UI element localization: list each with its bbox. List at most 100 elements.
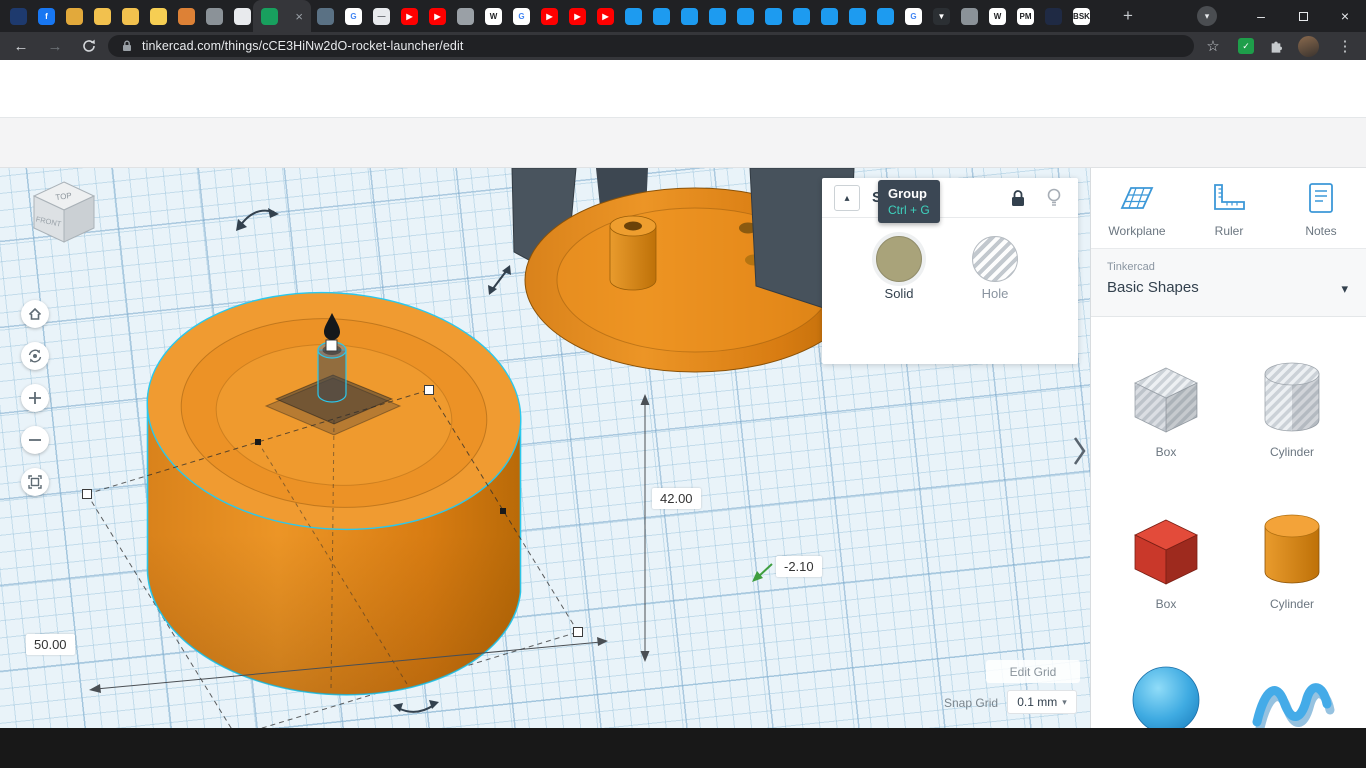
pinned-tab[interactable] xyxy=(94,8,111,25)
home-icon xyxy=(27,306,43,322)
ruler-tool[interactable]: Ruler xyxy=(1183,180,1275,238)
pinned-tab[interactable]: ▼ xyxy=(933,8,950,25)
workplane-tool[interactable]: Workplane xyxy=(1091,180,1183,238)
shape-box-striped[interactable]: Box xyxy=(1121,356,1211,459)
notes-tool[interactable]: Notes xyxy=(1275,180,1366,238)
pinned-tab[interactable]: ▶ xyxy=(541,8,558,25)
fit-view-button[interactable] xyxy=(21,468,49,496)
back-button[interactable]: ← xyxy=(10,35,32,57)
pinned-tab[interactable]: ▶ xyxy=(597,8,614,25)
lock-toggle[interactable] xyxy=(1008,188,1028,213)
pinned-tab[interactable] xyxy=(821,8,838,25)
tooltip-shortcut: Ctrl + G xyxy=(888,203,930,217)
sidebar-collapse-handle[interactable] xyxy=(1072,434,1088,473)
pinned-tab[interactable]: G xyxy=(513,8,530,25)
pinned-tab[interactable] xyxy=(625,8,642,25)
edit-grid-button[interactable]: Edit Grid xyxy=(986,660,1080,683)
group-tooltip: Group Ctrl + G xyxy=(878,180,940,223)
height-handle[interactable] xyxy=(326,340,337,351)
pinned-tab[interactable] xyxy=(317,8,334,25)
scale-handle[interactable] xyxy=(574,628,583,637)
rocket-object[interactable] xyxy=(512,168,865,372)
solid-swatch[interactable] xyxy=(876,236,922,282)
pinned-tab[interactable] xyxy=(206,8,223,25)
shape-sphere-blue[interactable] xyxy=(1121,660,1211,728)
pinned-tab[interactable]: ▶ xyxy=(569,8,586,25)
bookmark-star-icon[interactable]: ☆ xyxy=(1202,35,1224,57)
pinned-tab[interactable]: G xyxy=(345,8,362,25)
pinned-tab[interactable] xyxy=(178,8,195,25)
shape-box-red[interactable]: Box xyxy=(1121,508,1211,611)
active-tab[interactable]: × xyxy=(253,0,311,32)
dimension-width-value[interactable]: 50.00 xyxy=(26,634,75,655)
browser-menu-icon[interactable]: ⋮ xyxy=(1334,35,1356,57)
edge-handle[interactable] xyxy=(255,439,261,445)
zoom-out-button[interactable] xyxy=(21,426,49,454)
url-omnibox[interactable]: tinkercad.com/things/cCE3HiNw2dO-rocket-… xyxy=(108,35,1194,57)
pinned-tab[interactable] xyxy=(793,8,810,25)
new-tab-button[interactable]: + xyxy=(1116,4,1140,28)
tab-search-icon[interactable]: ▾ xyxy=(1197,6,1217,26)
scale-handle[interactable] xyxy=(83,490,92,499)
pinned-tab[interactable] xyxy=(653,8,670,25)
pinned-tab[interactable] xyxy=(66,8,83,25)
viewport-3d[interactable]: TOP FRONT 42.00 -2.10 50.00 ▴ Shape xyxy=(0,168,1090,728)
extensions-puzzle-icon[interactable] xyxy=(1266,35,1288,57)
reload-button[interactable] xyxy=(78,35,100,57)
orbit-view-button[interactable] xyxy=(21,342,49,370)
shape-label: Box xyxy=(1121,597,1211,611)
pinned-tab[interactable] xyxy=(681,8,698,25)
shapes-sidebar: Workplane Ruler Notes Tinkercad Basic Sh… xyxy=(1090,168,1366,728)
orbit-icon xyxy=(27,348,43,364)
pinned-tab[interactable] xyxy=(1045,8,1062,25)
browser-profile-avatar[interactable] xyxy=(1298,36,1319,57)
library-brand: Tinkercad xyxy=(1107,261,1155,273)
pinned-tab[interactable] xyxy=(849,8,866,25)
pinned-tab[interactable]: f xyxy=(38,8,55,25)
pinned-tab[interactable] xyxy=(877,8,894,25)
shape-cylinder-orange[interactable]: Cylinder xyxy=(1247,508,1337,611)
window-close-button[interactable]: × xyxy=(1324,0,1366,32)
pinned-tab[interactable]: G xyxy=(905,8,922,25)
visibility-toggle[interactable] xyxy=(1044,187,1064,214)
snap-grid-dropdown[interactable]: 0.1 mm ▾ xyxy=(1007,690,1077,714)
offset-handle-arrow[interactable] xyxy=(752,564,772,582)
zoom-in-button[interactable] xyxy=(21,384,49,412)
pinned-tab[interactable]: W xyxy=(989,8,1006,25)
dimension-offset-value[interactable]: -2.10 xyxy=(776,556,822,577)
pinned-tab[interactable]: BSK xyxy=(1073,8,1090,25)
pinned-tab[interactable] xyxy=(765,8,782,25)
shape-cylinder-striped[interactable]: Cylinder xyxy=(1247,356,1337,459)
pinned-tab[interactable] xyxy=(737,8,754,25)
pinned-tab[interactable] xyxy=(457,8,474,25)
pinned-tab[interactable] xyxy=(961,8,978,25)
pinned-tab[interactable]: PM xyxy=(1017,8,1034,25)
home-view-button[interactable] xyxy=(21,300,49,328)
dimension-height-value[interactable]: 42.00 xyxy=(652,488,701,509)
pinned-tab[interactable]: ▶ xyxy=(401,8,418,25)
pinned-tabs-right: G—▶▶WG▶▶▶G▼WPMBSK xyxy=(317,8,1101,25)
inspector-collapse-button[interactable]: ▴ xyxy=(834,185,860,211)
pinned-tab[interactable] xyxy=(709,8,726,25)
edge-handle[interactable] xyxy=(500,508,506,514)
forward-button[interactable]: → xyxy=(44,35,66,57)
shape-scribble-blue[interactable] xyxy=(1247,660,1337,728)
window-minimize-button[interactable]: – xyxy=(1240,0,1282,32)
pinned-tab[interactable] xyxy=(10,8,27,25)
pinned-tab[interactable]: ▶ xyxy=(429,8,446,25)
pinned-tab[interactable] xyxy=(122,8,139,25)
tab-close-icon[interactable]: × xyxy=(295,9,303,24)
view-cube[interactable]: TOP FRONT xyxy=(20,176,108,265)
window-maximize-button[interactable] xyxy=(1282,0,1324,32)
pinned-tab[interactable] xyxy=(234,8,251,25)
pinned-tab[interactable]: — xyxy=(373,8,390,25)
shape-category-bar[interactable]: Tinkercad Basic Shapes ▾ xyxy=(1091,249,1366,317)
tinkercad-favicon xyxy=(261,8,278,25)
hole-swatch[interactable] xyxy=(972,236,1018,282)
ruler-label: Ruler xyxy=(1183,224,1275,238)
solid-label: Solid xyxy=(876,286,922,301)
scale-handle[interactable] xyxy=(425,386,434,395)
pinned-tab[interactable]: W xyxy=(485,8,502,25)
pinned-tab[interactable] xyxy=(150,8,167,25)
extension-check-icon[interactable]: ✓ xyxy=(1238,38,1254,54)
